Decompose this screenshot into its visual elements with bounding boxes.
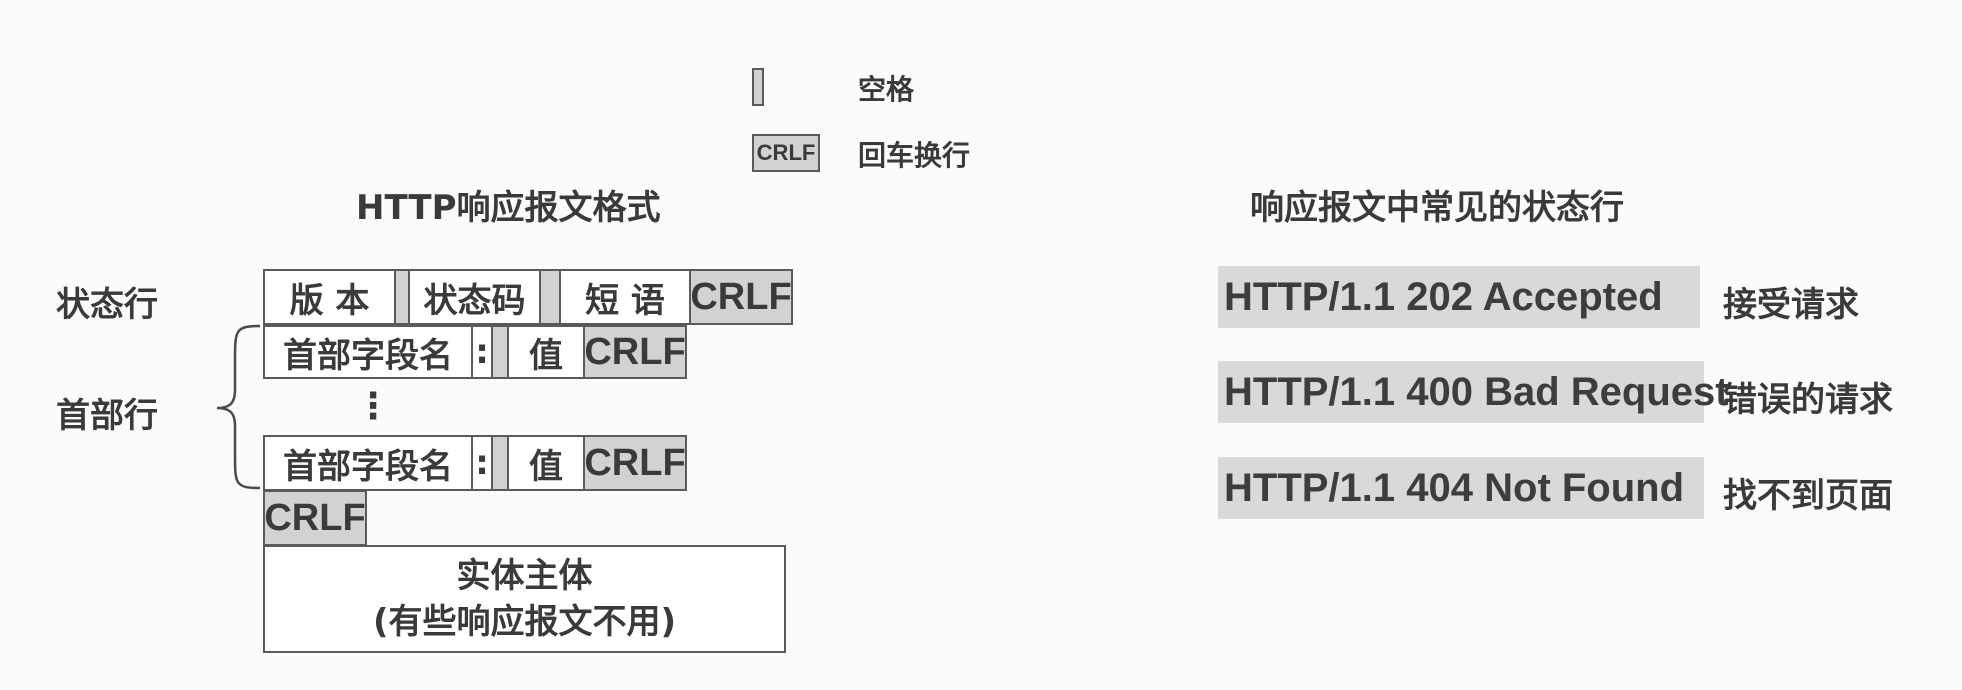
status-line-label: 状态行 [56, 285, 158, 325]
entity-body-note: (有些响应报文不用) [372, 602, 677, 642]
status-line-400: HTTP/1.1 400 Bad Request [1218, 361, 1729, 423]
header-field-name-cell: 首部字段名 [263, 435, 473, 491]
header-field-name-cell: 首部字段名 [263, 325, 473, 379]
crlf-legend-swatch: CRLF [752, 134, 820, 172]
version-cell: 版 本 [263, 269, 396, 325]
header-brace [216, 324, 261, 490]
response-format-title: HTTP响应报文格式 [356, 188, 661, 228]
phrase-cell: 短 语 [559, 269, 691, 325]
header-crlf-cell: CRLF [583, 325, 687, 379]
status-crlf-cell: CRLF [689, 269, 793, 325]
space-legend-swatch [752, 68, 764, 106]
header-crlf-cell: CRLF [583, 435, 687, 491]
ellipsis: ⋮ [355, 386, 391, 427]
crlf-legend-label: 回车换行 [858, 139, 971, 172]
common-status-lines-title: 响应报文中常见的状态行 [1250, 188, 1624, 228]
status-desc-404: 找不到页面 [1723, 476, 1893, 516]
blank-line-crlf-cell: CRLF [263, 490, 367, 546]
header-lines-label: 首部行 [56, 396, 158, 436]
status-code-cell: 状态码 [408, 269, 541, 325]
entity-body-title: 实体主体 [456, 556, 593, 596]
colon-cell: : [471, 325, 493, 379]
entity-body-box: 实体主体 (有些响应报文不用) [263, 545, 786, 653]
space-legend-label: 空格 [858, 73, 915, 106]
space-gap [539, 269, 561, 325]
header-value-cell: 值 [507, 325, 585, 379]
header-value-cell: 值 [507, 435, 585, 491]
status-line-404: HTTP/1.1 404 Not Found [1218, 457, 1704, 519]
status-line-202: HTTP/1.1 202 Accepted [1218, 266, 1700, 328]
status-desc-400: 错误的请求 [1723, 380, 1893, 420]
colon-cell: : [471, 435, 493, 491]
status-desc-202: 接受请求 [1723, 285, 1859, 325]
